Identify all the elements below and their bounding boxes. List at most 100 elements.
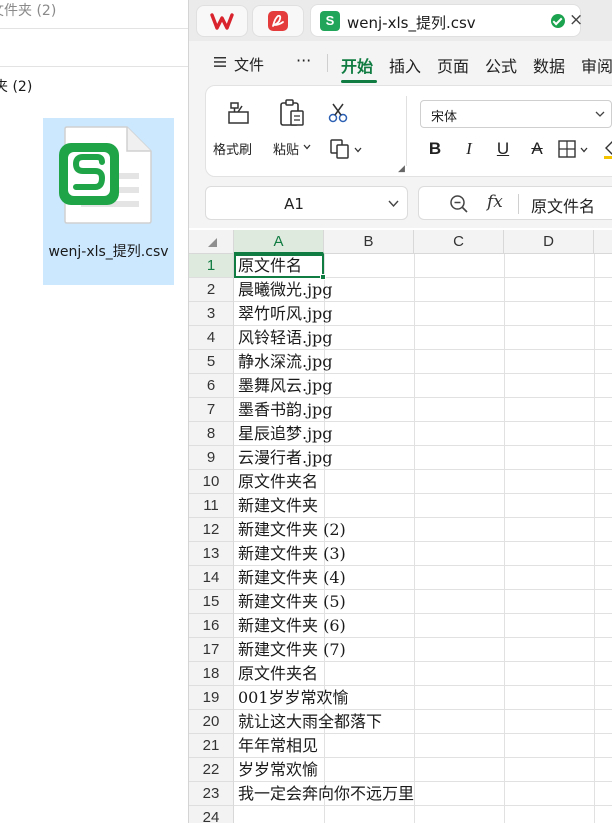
borders-dropdown-icon[interactable] [580, 147, 588, 153]
column-header-a[interactable]: A [234, 230, 324, 254]
cell-a10[interactable]: 原文件夹名 [238, 470, 318, 494]
clipboard-launcher-icon[interactable]: ◢ [398, 164, 405, 174]
cell-a3[interactable]: 翠竹听风.jpg [238, 302, 333, 326]
cell-a20[interactable]: 就让这大雨全都落下 [238, 710, 382, 734]
fill-color-icon[interactable] [602, 138, 612, 160]
row-header-21[interactable]: 21 [189, 734, 234, 758]
menu-home[interactable]: 开始 [341, 53, 373, 77]
formula-input[interactable]: fx 原文件名 [418, 186, 612, 220]
menu-formula[interactable]: 公式 [485, 53, 517, 77]
wps-home-button[interactable] [196, 5, 248, 37]
underline-icon[interactable]: U [492, 138, 514, 160]
cell-a2[interactable]: 晨曦微光.jpg [238, 278, 333, 302]
strikethrough-icon[interactable]: A [526, 138, 548, 160]
column-header-partial[interactable] [594, 230, 612, 254]
row-header-14[interactable]: 14 [189, 566, 234, 590]
column-header-d[interactable]: D [504, 230, 594, 254]
paste-icon [280, 99, 304, 126]
row-header-20[interactable]: 20 [189, 710, 234, 734]
select-all-corner[interactable] [189, 230, 234, 254]
menu-insert[interactable]: 插入 [389, 53, 421, 77]
pdf-app-button[interactable] [252, 5, 304, 37]
row-header-17[interactable]: 17 [189, 638, 234, 662]
row-header-1[interactable]: 1 [189, 254, 234, 278]
paste-button[interactable]: 粘贴 [270, 94, 320, 160]
cell-a9[interactable]: 云漫行者.jpg [238, 446, 333, 470]
row-header-16[interactable]: 16 [189, 614, 234, 638]
cell-a8[interactable]: 星辰追梦.jpg [238, 422, 333, 446]
row-header-6[interactable]: 6 [189, 374, 234, 398]
cell-a5[interactable]: 静水深流.jpg [238, 350, 333, 374]
cell-a4[interactable]: 风铃轻语.jpg [238, 326, 333, 350]
cell-a22[interactable]: 岁岁常欢愉 [238, 758, 318, 782]
pdf-app-icon [268, 11, 288, 31]
wps-spreadsheet-file-icon [59, 126, 152, 224]
paste-dropdown-icon[interactable] [303, 144, 311, 150]
row-header-15[interactable]: 15 [189, 590, 234, 614]
cell-a15[interactable]: 新建文件夹 (5) [238, 590, 346, 614]
document-tab[interactable]: S wenj-xls_提列.csv × [310, 4, 583, 37]
row-header-13[interactable]: 13 [189, 542, 234, 566]
borders-icon[interactable] [558, 140, 576, 158]
format-painter-label: 格式刷 [213, 143, 253, 158]
row-header-12[interactable]: 12 [189, 518, 234, 542]
row-header-4[interactable]: 4 [189, 326, 234, 350]
folder-label-top[interactable]: 文件夹 (2) [0, 0, 56, 20]
spreadsheet-grid[interactable]: A B C D 1 原文件名 2 晨曦微光.jpg 3 翠竹听风.jpg 4 风铃轻语.jpg 5 静水深… [189, 230, 612, 823]
wps-spreadsheet-window: S wenj-xls_提列.csv × 文件 ··· 开始 插入 页面 公式 数… [188, 0, 612, 823]
copy-dropdown-icon[interactable] [354, 147, 362, 153]
wps-logo-icon [210, 13, 234, 30]
column-header-b[interactable]: B [324, 230, 414, 254]
grid-line [414, 254, 415, 823]
zoom-icon[interactable] [449, 194, 469, 214]
row-header-10[interactable]: 10 [189, 470, 234, 494]
font-family-select[interactable]: 宋体 [420, 100, 612, 128]
cell-a19[interactable]: 001岁岁常欢愉 [238, 686, 349, 710]
cell-a14[interactable]: 新建文件夹 (4) [238, 566, 346, 590]
cell-a7[interactable]: 墨香书韵.jpg [238, 398, 333, 422]
row-header-19[interactable]: 19 [189, 686, 234, 710]
cell-a16[interactable]: 新建文件夹 (6) [238, 614, 346, 638]
format-painter-button[interactable]: 格式刷 [210, 94, 266, 160]
cut-icon[interactable] [327, 102, 349, 124]
cell-a17[interactable]: 新建文件夹 (7) [238, 638, 346, 662]
copy-icon[interactable] [329, 138, 351, 160]
cell-a21[interactable]: 年年常相见 [238, 734, 318, 758]
menu-overflow-icon[interactable]: ··· [296, 51, 311, 70]
folder-breadcrumb-label[interactable]: 夹 (2) [0, 76, 32, 96]
title-bar: S wenj-xls_提列.csv × [189, 0, 612, 41]
menu-data[interactable]: 数据 [533, 53, 565, 77]
row-header-5[interactable]: 5 [189, 350, 234, 374]
cell-a13[interactable]: 新建文件夹 (3) [238, 542, 346, 566]
cell-a18[interactable]: 原文件夹名 [238, 662, 318, 686]
file-item-csv[interactable]: wenj-xls_提列.csv [43, 118, 174, 285]
menu-review[interactable]: 审阅 [581, 53, 612, 77]
row-header-8[interactable]: 8 [189, 422, 234, 446]
cell-a6[interactable]: 墨舞风云.jpg [238, 374, 333, 398]
close-tab-icon[interactable]: × [569, 10, 583, 30]
hamburger-menu-icon[interactable] [214, 56, 226, 68]
paste-label: 粘贴 [273, 143, 300, 158]
name-box[interactable]: A1 [205, 186, 408, 220]
row-header-18[interactable]: 18 [189, 662, 234, 686]
cell-a12[interactable]: 新建文件夹 (2) [238, 518, 346, 542]
row-header-23[interactable]: 23 [189, 782, 234, 806]
row-header-3[interactable]: 3 [189, 302, 234, 326]
menu-file[interactable]: 文件 [234, 54, 264, 75]
fx-icon[interactable]: fx [487, 192, 503, 212]
row-header-9[interactable]: 9 [189, 446, 234, 470]
row-header-7[interactable]: 7 [189, 398, 234, 422]
row-header-11[interactable]: 11 [189, 494, 234, 518]
chevron-down-icon[interactable] [388, 200, 399, 208]
column-header-c[interactable]: C [414, 230, 504, 254]
fill-handle[interactable] [320, 274, 326, 280]
italic-icon[interactable]: I [458, 138, 480, 160]
menu-page[interactable]: 页面 [437, 53, 469, 77]
document-tab-title: wenj-xls_提列.csv [347, 14, 476, 32]
cell-a11[interactable]: 新建文件夹 [238, 494, 318, 518]
row-header-22[interactable]: 22 [189, 758, 234, 782]
bold-icon[interactable]: B [424, 138, 446, 160]
row-header-24[interactable]: 24 [189, 806, 234, 823]
cell-a23[interactable]: 我一定会奔向你不远万里 [238, 782, 414, 806]
row-header-2[interactable]: 2 [189, 278, 234, 302]
